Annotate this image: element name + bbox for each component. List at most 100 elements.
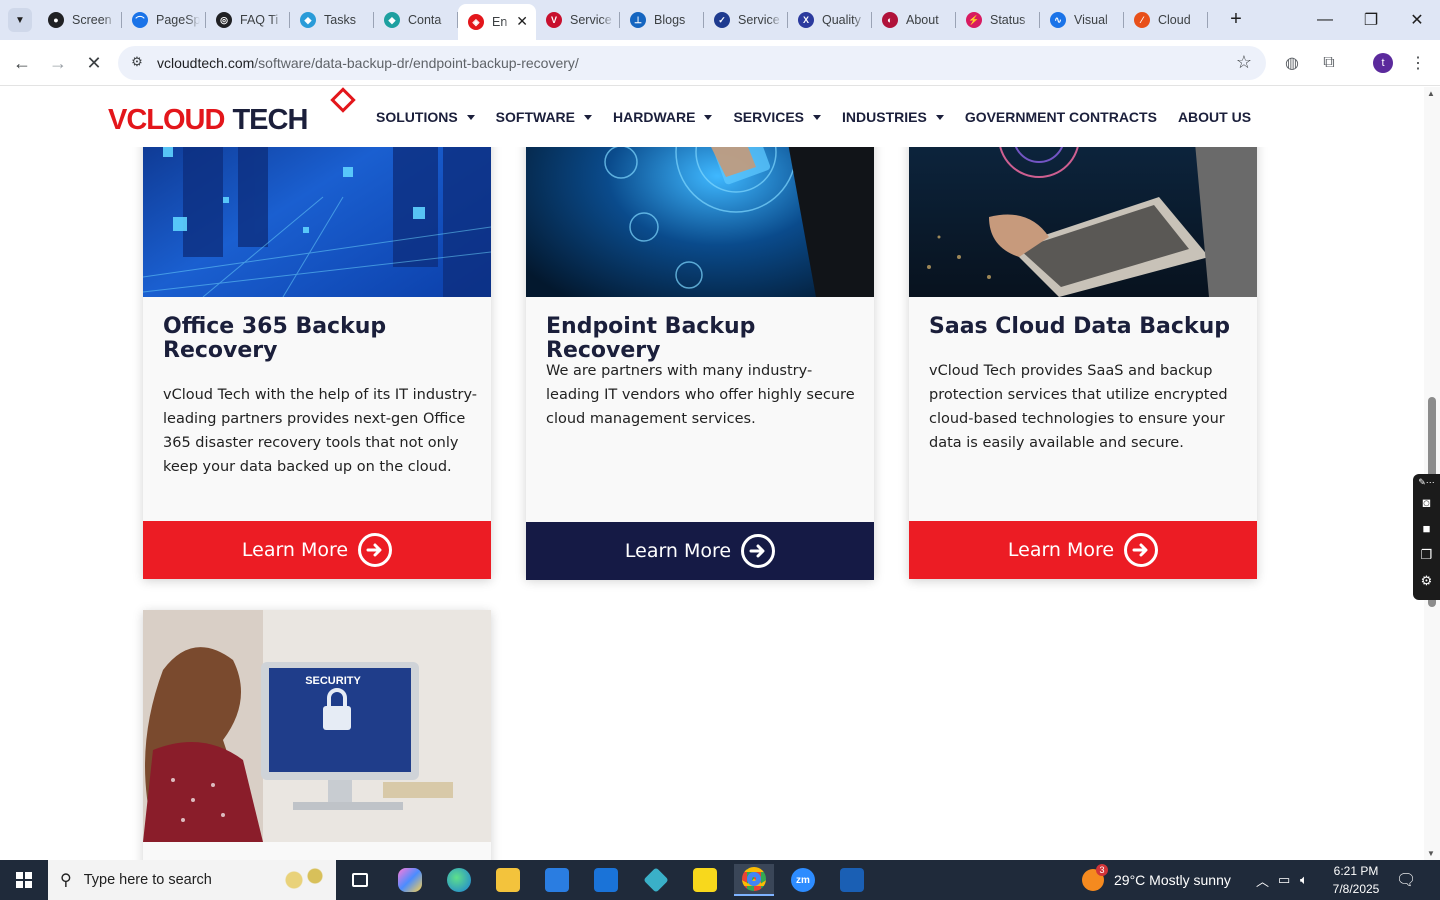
start-button[interactable] — [0, 860, 48, 900]
url-text[interactable]: vcloudtech.com/software/data-backup-dr/e… — [157, 55, 579, 71]
vcloud-tech-logo[interactable]: V CLOUD TECH — [108, 87, 356, 137]
learn-more-button[interactable]: Learn More — [526, 522, 874, 580]
tab-favicon-icon: ◈ — [468, 14, 484, 30]
camera-icon[interactable]: ◙ — [1413, 490, 1440, 516]
window-capture-icon[interactable]: ❐ — [1413, 542, 1440, 568]
restore-icon[interactable]: ❐ — [1348, 0, 1394, 40]
chrome-icon[interactable] — [734, 864, 774, 896]
nav-item-software[interactable]: SOFTWARE — [496, 109, 593, 125]
tab-favicon-icon: ⊥ — [630, 12, 646, 28]
tab-title: Status — [990, 13, 1026, 27]
tab-favicon-icon: ∿ — [1050, 12, 1066, 28]
sticky-notes-icon[interactable] — [685, 864, 725, 896]
scroll-up-icon[interactable]: ▲ — [1427, 89, 1435, 98]
back-icon[interactable]: ← — [10, 51, 34, 75]
tab-favicon-icon: ◆ — [384, 12, 400, 28]
nav-label: HARDWARE — [613, 109, 696, 125]
nav-item-about-us[interactable]: ABOUT US — [1178, 109, 1251, 125]
browser-tab[interactable]: ✓ Service — [704, 0, 788, 40]
nav-item-industries[interactable]: INDUSTRIES — [842, 109, 944, 125]
browser-tab[interactable]: V Service — [536, 0, 620, 40]
volume-icon[interactable]: 🔈︎ — [1300, 860, 1308, 900]
mail-icon[interactable] — [586, 864, 626, 896]
browser-tab[interactable]: X Quality — [788, 0, 872, 40]
app-diamond-icon[interactable] — [636, 864, 676, 896]
nav-label: SERVICES — [733, 109, 805, 125]
browser-tab[interactable]: ◎ FAQ Ti — [206, 0, 290, 40]
settings-gear-icon[interactable]: ⚙ — [1413, 568, 1440, 594]
media-player-icon[interactable] — [832, 864, 872, 896]
nav-item-hardware[interactable]: HARDWARE — [613, 109, 713, 125]
browser-tab[interactable]: ◆ Conta — [374, 0, 458, 40]
nav-label: SOLUTIONS — [376, 109, 458, 125]
file-explorer-icon[interactable] — [488, 864, 528, 896]
card-title: Saas Cloud Data Backup — [929, 314, 1230, 339]
browser-menu-icon[interactable]: ⋮ — [1407, 52, 1429, 74]
scroll-down-icon[interactable]: ▼ — [1427, 849, 1435, 858]
tab-title: Screen — [72, 13, 112, 27]
search-icon: ⚲ — [60, 872, 72, 889]
tab-title: Conta — [408, 13, 442, 27]
tab-favicon-icon: ◐ — [882, 12, 898, 28]
tab-separator — [1207, 12, 1208, 28]
bookmark-star-icon[interactable]: ☆ — [1236, 52, 1252, 73]
microsoft-store-icon[interactable] — [537, 864, 577, 896]
address-bar[interactable]: ⚙ vcloudtech.com/software/data-backup-dr… — [118, 46, 1266, 80]
translate-icon[interactable]: ◍ — [1281, 52, 1303, 74]
tab-favicon-icon: ✓ — [714, 12, 730, 28]
screen-capture-widget: ✎⋯ ◙ ■ ❐ ⚙ — [1413, 474, 1440, 600]
learn-more-button[interactable]: Learn More — [909, 521, 1257, 579]
logo-tech: TECH — [232, 104, 308, 136]
learn-more-button[interactable]: Learn More — [143, 521, 491, 579]
logo-diamond-icon — [330, 87, 356, 113]
network-icon[interactable]: ▭ — [1278, 860, 1290, 900]
arrow-circle-icon — [741, 534, 776, 568]
tab-search-icon[interactable]: ▼ — [8, 8, 32, 32]
browser-tab[interactable]: ◆ Tasks — [290, 0, 374, 40]
show-hidden-icons[interactable]: ︿ — [1256, 860, 1269, 900]
tab-favicon-icon: ◎ — [216, 12, 232, 28]
notifications-icon[interactable]: 🗨︎ — [1396, 860, 1416, 900]
card-description: We are partners with many industry-leadi… — [546, 363, 855, 427]
extensions-icon[interactable]: ⧉ — [1318, 52, 1340, 74]
forward-icon[interactable]: → — [46, 51, 70, 75]
nav-item-services[interactable]: SERVICES — [733, 109, 822, 125]
copilot-icon[interactable] — [390, 864, 430, 896]
new-tab-button[interactable]: + — [1224, 8, 1248, 31]
browser-tab[interactable]: ⚡ Status — [956, 0, 1040, 40]
video-icon[interactable]: ■ — [1413, 516, 1440, 542]
windows-logo-icon — [16, 872, 32, 888]
nav-item-government-contracts[interactable]: GOVERNMENT CONTRACTS — [965, 109, 1157, 125]
tab-favicon-icon: ⌒ — [132, 12, 148, 28]
card-office365-backup: Office 365 Backup Recovery vCloud Tech w… — [143, 87, 491, 579]
card-description: vCloud Tech provides SaaS and backup pro… — [929, 363, 1228, 451]
caret-down-icon — [704, 114, 713, 120]
weather-widget[interactable]: 3 29°C Mostly sunny — [1082, 860, 1231, 900]
browser-tab[interactable]: ⊥ Blogs — [620, 0, 704, 40]
profile-avatar[interactable]: t — [1373, 53, 1393, 73]
browser-tab[interactable]: ● Screen — [38, 0, 122, 40]
tab-close-icon[interactable]: ✕ — [516, 13, 528, 30]
minimize-icon[interactable]: — — [1302, 0, 1348, 40]
nav-item-solutions[interactable]: SOLUTIONS — [376, 109, 475, 125]
browser-tab[interactable]: ◐ About — [872, 0, 956, 40]
browser-tab[interactable]: ◈ En ✕ — [458, 4, 536, 40]
close-window-icon[interactable]: ✕ — [1394, 0, 1440, 40]
edge-icon[interactable] — [439, 864, 479, 896]
browser-tab[interactable]: ∿ Visual — [1040, 0, 1124, 40]
security-workstation-image: SECURITY — [143, 610, 491, 842]
site-info-icon[interactable]: ⚙ — [128, 54, 146, 72]
taskbar-search[interactable]: ⚲ Type here to search — [48, 860, 336, 900]
browser-tab[interactable]: ⁄ Cloud — [1124, 0, 1208, 40]
tab-favicon-icon: X — [798, 12, 814, 28]
zoom-icon[interactable]: zm — [783, 864, 823, 896]
taskbar-clock[interactable]: 6:21 PM 7/8/2025 — [1326, 862, 1386, 898]
stop-loading-icon[interactable]: ✕ — [82, 51, 106, 75]
tab-title: Blogs — [654, 13, 686, 27]
browser-tab[interactable]: ⌒ PageSp — [122, 0, 206, 40]
tab-title: PageSp — [156, 13, 200, 27]
card-security: SECURITY — [143, 610, 491, 860]
weather-sun-icon: 3 — [1082, 864, 1108, 891]
widget-more-icon[interactable]: ✎⋯ — [1413, 474, 1440, 490]
task-view-icon[interactable] — [340, 864, 380, 896]
